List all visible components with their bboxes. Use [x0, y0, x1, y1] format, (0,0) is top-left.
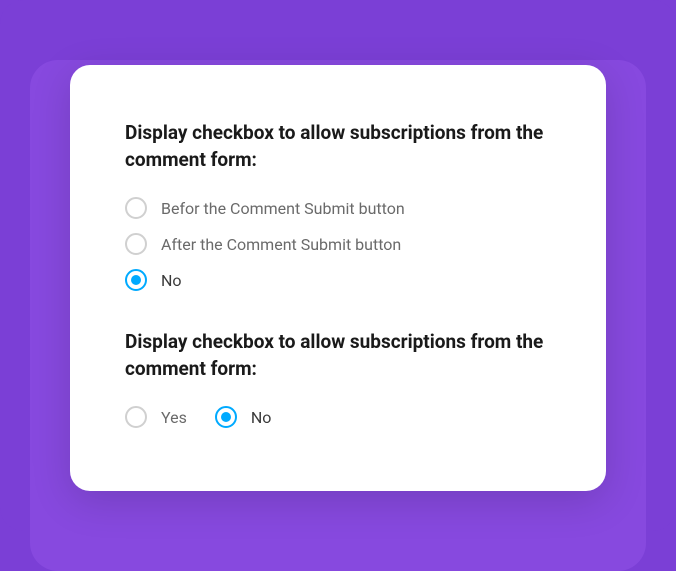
radio-option-no[interactable]: No: [125, 269, 551, 291]
settings-card: Display checkbox to allow subscriptions …: [70, 65, 606, 491]
radio-label: Yes: [161, 408, 187, 427]
radio-icon: [125, 406, 147, 428]
radio-label: Befor the Comment Submit button: [161, 199, 405, 218]
radio-icon-selected: [125, 269, 147, 291]
radio-icon-selected: [215, 406, 237, 428]
radio-option-before-submit[interactable]: Befor the Comment Submit button: [125, 197, 551, 219]
radio-label: After the Comment Submit button: [161, 235, 401, 254]
section1-title: Display checkbox to allow subscriptions …: [125, 120, 551, 173]
radio-option-yes[interactable]: Yes: [125, 406, 187, 428]
radio-label: No: [161, 271, 182, 290]
section2-radio-group: Yes No: [125, 406, 551, 428]
radio-dot: [221, 412, 231, 422]
section2-title: Display checkbox to allow subscriptions …: [125, 329, 551, 382]
radio-icon: [125, 233, 147, 255]
radio-option-no-2[interactable]: No: [215, 406, 272, 428]
radio-label: No: [251, 408, 272, 427]
section1-radio-group: Befor the Comment Submit button After th…: [125, 197, 551, 291]
radio-dot: [131, 275, 141, 285]
radio-icon: [125, 197, 147, 219]
outer-background: Display checkbox to allow subscriptions …: [0, 0, 676, 531]
radio-option-after-submit[interactable]: After the Comment Submit button: [125, 233, 551, 255]
